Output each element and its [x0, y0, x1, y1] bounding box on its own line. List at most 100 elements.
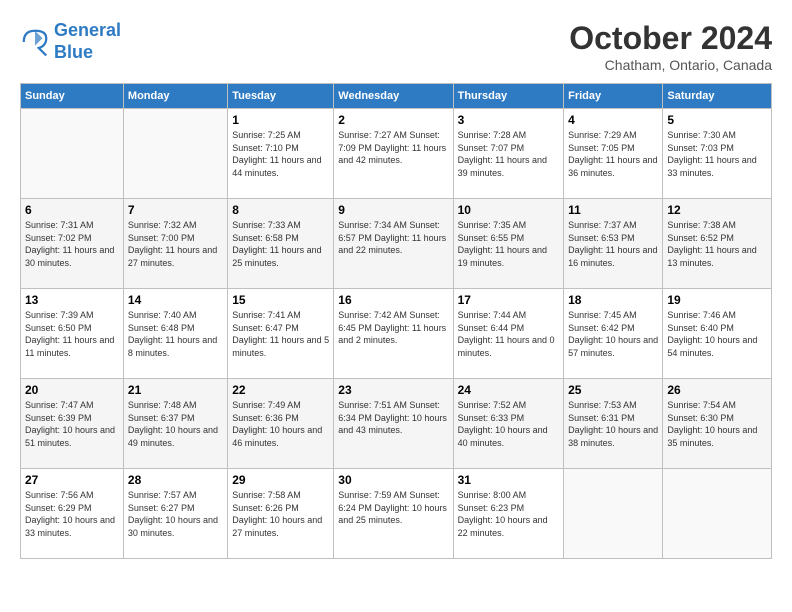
calendar-day-cell: 13 Sunrise: 7:39 AM Sunset: 6:50 PM Dayli…: [21, 289, 124, 379]
day-info: Sunrise: 7:52 AM Sunset: 6:33 PM Dayligh…: [458, 399, 559, 449]
day-number: 2: [338, 113, 448, 127]
calendar-day-cell: 16 Sunrise: 7:42 AM Sunset: 6:45 PM Dayli…: [334, 289, 453, 379]
day-number: 25: [568, 383, 658, 397]
calendar-day-cell: 22 Sunrise: 7:49 AM Sunset: 6:36 PM Dayli…: [228, 379, 334, 469]
day-number: 22: [232, 383, 329, 397]
day-number: 15: [232, 293, 329, 307]
day-info: Sunrise: 7:41 AM Sunset: 6:47 PM Dayligh…: [232, 309, 329, 359]
day-info: Sunrise: 7:57 AM Sunset: 6:27 PM Dayligh…: [128, 489, 223, 539]
day-info: Sunrise: 7:34 AM Sunset: 6:57 PM Dayligh…: [338, 219, 448, 257]
calendar-day-cell: 6 Sunrise: 7:31 AM Sunset: 7:02 PM Daylig…: [21, 199, 124, 289]
day-info: Sunrise: 7:42 AM Sunset: 6:45 PM Dayligh…: [338, 309, 448, 347]
day-info: Sunrise: 7:27 AM Sunset: 7:09 PM Dayligh…: [338, 129, 448, 167]
calendar-day-cell: 20 Sunrise: 7:47 AM Sunset: 6:39 PM Dayli…: [21, 379, 124, 469]
logo-text: General Blue: [54, 20, 121, 63]
weekday-header-cell: Monday: [123, 84, 227, 109]
location: Chatham, Ontario, Canada: [569, 57, 772, 73]
weekday-header-cell: Thursday: [453, 84, 563, 109]
day-info: Sunrise: 7:30 AM Sunset: 7:03 PM Dayligh…: [667, 129, 767, 179]
day-info: Sunrise: 7:56 AM Sunset: 6:29 PM Dayligh…: [25, 489, 119, 539]
logo: General Blue: [20, 20, 121, 63]
calendar-day-cell: 11Sunrise: 7:37 AM Sunset: 6:53 PM Dayli…: [564, 199, 663, 289]
calendar-day-cell: 5 Sunrise: 7:30 AM Sunset: 7:03 PM Daylig…: [663, 109, 772, 199]
day-number: 21: [128, 383, 223, 397]
day-number: 18: [568, 293, 658, 307]
day-number: 1: [232, 113, 329, 127]
calendar-day-cell: [663, 469, 772, 559]
day-info: Sunrise: 7:54 AM Sunset: 6:30 PM Dayligh…: [667, 399, 767, 449]
calendar-week-row: 13 Sunrise: 7:39 AM Sunset: 6:50 PM Dayli…: [21, 289, 772, 379]
weekday-header-cell: Wednesday: [334, 84, 453, 109]
calendar-day-cell: 31 Sunrise: 8:00 AM Sunset: 6:23 PM Dayli…: [453, 469, 563, 559]
day-info: Sunrise: 7:28 AM Sunset: 7:07 PM Dayligh…: [458, 129, 559, 179]
day-info: Sunrise: 7:59 AM Sunset: 6:24 PM Dayligh…: [338, 489, 448, 527]
calendar-week-row: 20 Sunrise: 7:47 AM Sunset: 6:39 PM Dayli…: [21, 379, 772, 469]
logo-icon: [20, 27, 50, 57]
day-number: 13: [25, 293, 119, 307]
day-info: Sunrise: 7:58 AM Sunset: 6:26 PM Dayligh…: [232, 489, 329, 539]
day-info: Sunrise: 7:31 AM Sunset: 7:02 PM Dayligh…: [25, 219, 119, 269]
day-info: Sunrise: 7:48 AM Sunset: 6:37 PM Dayligh…: [128, 399, 223, 449]
calendar-day-cell: 19Sunrise: 7:46 AM Sunset: 6:40 PM Dayli…: [663, 289, 772, 379]
day-info: Sunrise: 7:49 AM Sunset: 6:36 PM Dayligh…: [232, 399, 329, 449]
day-number: 3: [458, 113, 559, 127]
day-number: 23: [338, 383, 448, 397]
calendar-body: 1 Sunrise: 7:25 AM Sunset: 7:10 PM Daylig…: [21, 109, 772, 559]
day-number: 6: [25, 203, 119, 217]
day-number: 4: [568, 113, 658, 127]
day-info: Sunrise: 7:44 AM Sunset: 6:44 PM Dayligh…: [458, 309, 559, 359]
day-info: Sunrise: 7:39 AM Sunset: 6:50 PM Dayligh…: [25, 309, 119, 359]
calendar-day-cell: 10 Sunrise: 7:35 AM Sunset: 6:55 PM Dayli…: [453, 199, 563, 289]
day-number: 9: [338, 203, 448, 217]
day-number: 10: [458, 203, 559, 217]
calendar-day-cell: 26 Sunrise: 7:54 AM Sunset: 6:30 PM Dayli…: [663, 379, 772, 469]
calendar-day-cell: 8Sunrise: 7:33 AM Sunset: 6:58 PM Daylig…: [228, 199, 334, 289]
day-info: Sunrise: 7:46 AM Sunset: 6:40 PM Dayligh…: [667, 309, 767, 359]
weekday-header-cell: Sunday: [21, 84, 124, 109]
calendar-day-cell: [123, 109, 227, 199]
day-info: Sunrise: 7:40 AM Sunset: 6:48 PM Dayligh…: [128, 309, 223, 359]
calendar-table: SundayMondayTuesdayWednesdayThursdayFrid…: [20, 83, 772, 559]
day-number: 11: [568, 203, 658, 217]
calendar-week-row: 6 Sunrise: 7:31 AM Sunset: 7:02 PM Daylig…: [21, 199, 772, 289]
day-info: Sunrise: 7:47 AM Sunset: 6:39 PM Dayligh…: [25, 399, 119, 449]
day-number: 28: [128, 473, 223, 487]
day-number: 30: [338, 473, 448, 487]
day-info: Sunrise: 7:45 AM Sunset: 6:42 PM Dayligh…: [568, 309, 658, 359]
weekday-header-row: SundayMondayTuesdayWednesdayThursdayFrid…: [21, 84, 772, 109]
day-number: 7: [128, 203, 223, 217]
calendar-day-cell: 18 Sunrise: 7:45 AM Sunset: 6:42 PM Dayli…: [564, 289, 663, 379]
day-info: Sunrise: 7:38 AM Sunset: 6:52 PM Dayligh…: [667, 219, 767, 269]
calendar-day-cell: 25 Sunrise: 7:53 AM Sunset: 6:31 PM Dayli…: [564, 379, 663, 469]
calendar-day-cell: 27Sunrise: 7:56 AM Sunset: 6:29 PM Dayli…: [21, 469, 124, 559]
day-number: 17: [458, 293, 559, 307]
day-info: Sunrise: 7:29 AM Sunset: 7:05 PM Dayligh…: [568, 129, 658, 179]
calendar-day-cell: 15 Sunrise: 7:41 AM Sunset: 6:47 PM Dayli…: [228, 289, 334, 379]
calendar-day-cell: 21 Sunrise: 7:48 AM Sunset: 6:37 PM Dayli…: [123, 379, 227, 469]
calendar-day-cell: 9 Sunrise: 7:34 AM Sunset: 6:57 PM Daylig…: [334, 199, 453, 289]
day-number: 12: [667, 203, 767, 217]
calendar-day-cell: 7 Sunrise: 7:32 AM Sunset: 7:00 PM Daylig…: [123, 199, 227, 289]
calendar-day-cell: 1 Sunrise: 7:25 AM Sunset: 7:10 PM Daylig…: [228, 109, 334, 199]
day-number: 31: [458, 473, 559, 487]
weekday-header-cell: Tuesday: [228, 84, 334, 109]
title-block: October 2024 Chatham, Ontario, Canada: [569, 20, 772, 73]
day-info: Sunrise: 7:32 AM Sunset: 7:00 PM Dayligh…: [128, 219, 223, 269]
day-number: 14: [128, 293, 223, 307]
day-info: Sunrise: 8:00 AM Sunset: 6:23 PM Dayligh…: [458, 489, 559, 539]
calendar-day-cell: 24Sunrise: 7:52 AM Sunset: 6:33 PM Dayli…: [453, 379, 563, 469]
weekday-header-cell: Saturday: [663, 84, 772, 109]
day-number: 16: [338, 293, 448, 307]
day-number: 20: [25, 383, 119, 397]
day-info: Sunrise: 7:53 AM Sunset: 6:31 PM Dayligh…: [568, 399, 658, 449]
day-info: Sunrise: 7:35 AM Sunset: 6:55 PM Dayligh…: [458, 219, 559, 269]
day-number: 26: [667, 383, 767, 397]
calendar-day-cell: 23Sunrise: 7:51 AM Sunset: 6:34 PM Dayli…: [334, 379, 453, 469]
page-header: General Blue October 2024 Chatham, Ontar…: [20, 20, 772, 73]
day-number: 5: [667, 113, 767, 127]
calendar-week-row: 1 Sunrise: 7:25 AM Sunset: 7:10 PM Daylig…: [21, 109, 772, 199]
day-info: Sunrise: 7:33 AM Sunset: 6:58 PM Dayligh…: [232, 219, 329, 269]
calendar-day-cell: 28 Sunrise: 7:57 AM Sunset: 6:27 PM Dayli…: [123, 469, 227, 559]
calendar-day-cell: 14 Sunrise: 7:40 AM Sunset: 6:48 PM Dayli…: [123, 289, 227, 379]
day-info: Sunrise: 7:25 AM Sunset: 7:10 PM Dayligh…: [232, 129, 329, 179]
